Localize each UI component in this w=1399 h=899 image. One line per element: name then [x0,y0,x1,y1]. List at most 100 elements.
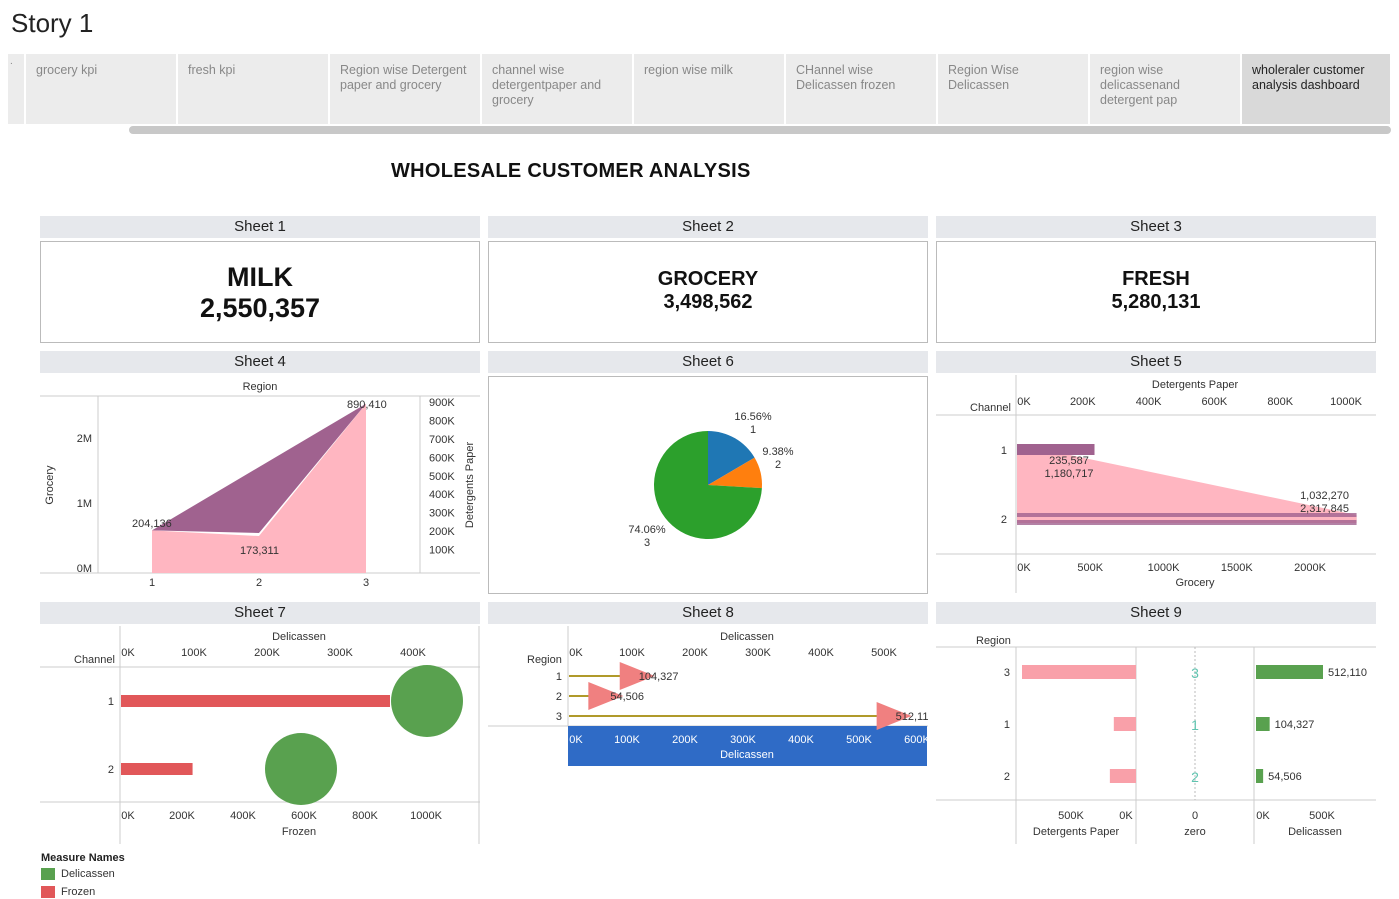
right-tick: 500K [1309,810,1335,822]
pie-category-label: 3 [644,537,650,549]
chart-title: Region [243,381,278,393]
row-label: 2 [1001,514,1007,526]
top-tick: 600K [1202,396,1228,408]
row-title: Channel [970,402,1011,414]
bottom-tick: 800K [352,810,378,822]
legend-swatch [41,868,55,880]
top-tick: 1000K [1330,396,1362,408]
top-tick: 0K [1017,396,1031,408]
y2-tick: 300K [429,508,455,520]
sheet8-chart: Delicassen Region 0K 100K 200K 300K 400K 500K 0K… [488,626,928,766]
top-axis-title: Detergents Paper [1152,379,1239,391]
row-label: 2 [1004,771,1010,783]
sheet6-header: Sheet 6 [488,351,928,373]
sheet5-chart: Detergents Paper Channel 0K 200K 400K 600K 800… [936,375,1376,593]
y-axis-label: Grocery [44,465,56,505]
data-label: 104,327 [639,671,679,683]
row-label: 2 [556,691,562,703]
bottom-tick: 100K [614,734,640,746]
top-tick: 400K [1136,396,1162,408]
row-label: 1 [108,696,114,708]
pie-percent-label: 9.38% [762,446,793,458]
legend-item-frozen[interactable]: Frozen [41,886,125,898]
mid-axis-title: zero [1184,826,1205,838]
top-tick: 0K [569,647,583,659]
bottom-tick: 600K [904,734,928,746]
sheet7-header: Sheet 7 [40,602,480,624]
y2-tick: 600K [429,452,455,464]
bottom-tick: 600K [291,810,317,822]
delicassen-bar [1256,717,1270,731]
story-tab[interactable]: grocery kpi [26,54,178,124]
story-tabs: . grocery kpi fresh kpi Region wise Deterge… [8,54,1392,124]
data-label: 1,032,270 [1300,490,1349,502]
row-label: 1 [1001,445,1007,457]
y2-tick: 200K [429,526,455,538]
legend-swatch [41,886,55,898]
y2-tick: 500K [429,471,455,483]
bottom-tick: 2000K [1294,562,1326,574]
pie-category-label: 2 [775,459,781,471]
top-axis-title: Delicassen [272,631,326,643]
top-tick: 200K [682,647,708,659]
bottom-tick: 0K [121,810,135,822]
detergents-bar [1017,444,1095,455]
story-tab[interactable]: fresh kpi [178,54,330,124]
story-tab[interactable]: wholeraler customer analysis dashboard [1242,54,1392,124]
row-label: 1 [1004,719,1010,731]
story-tab[interactable]: Region Wise Delicassen [938,54,1090,124]
tabs-scrollbar[interactable] [129,126,1391,134]
measure-legend: Measure Names Delicassen Frozen [41,852,125,898]
top-tick: 100K [181,647,207,659]
milk-value: 2,550,357 [199,293,321,323]
fresh-label: FRESH [1122,268,1190,290]
story-tab[interactable]: Region wise Detergent paper and grocery [330,54,482,124]
bottom-tick: 300K [730,734,756,746]
sheet7-chart: Delicassen Channel 0K 100K 200K 300K 400K 0K 200… [40,626,480,844]
y-tick: 1M [77,498,92,510]
top-tick: 300K [745,647,771,659]
legend-label: Frozen [61,886,96,898]
sheet4-header: Sheet 4 [40,351,480,373]
right-axis-title: Delicassen [1288,826,1342,838]
legend-label: Delicassen [61,868,115,880]
y2-tick: 400K [429,489,455,501]
zero-mark: 2 [1191,769,1199,785]
x-tick: 1 [149,577,155,589]
sheet5-header: Sheet 5 [936,351,1376,373]
milk-label: MILK [227,262,293,292]
bottom-axis-title: Grocery [1175,577,1215,589]
pie-percent-label: 16.56% [734,411,772,423]
bottom-tick: 500K [846,734,872,746]
grocery-bar [1017,517,1357,520]
sheet1-kpi: MILK 2,550,357 [40,241,480,343]
top-tick: 400K [400,647,426,659]
data-label: 235,587 [1049,455,1089,467]
right-tick: 0K [1256,810,1270,822]
bottom-tick: 400K [230,810,256,822]
story-tab[interactable]: CHannel wise Delicassen frozen [786,54,938,124]
story-tab[interactable]: region wise delicassenand detergent pap [1090,54,1242,124]
bottom-tick: 200K [169,810,195,822]
legend-item-delicassen[interactable]: Delicassen [41,868,125,880]
delicassen-circle [391,665,463,737]
delicassen-bar [1256,769,1264,783]
y-tick: 0M [77,563,92,575]
pie-percent-label: 74.06% [628,524,666,536]
bottom-tick: 500K [1077,562,1103,574]
data-label: 173,311 [240,545,279,557]
top-tick: 100K [619,647,645,659]
story-tab[interactable]: region wise milk [634,54,786,124]
row-title: Region [527,654,562,666]
story-tab[interactable]: . [8,54,26,124]
data-label: 2,317,845 [1300,503,1349,515]
story-tab[interactable]: channel wise detergentpaper and grocery [482,54,634,124]
sheet8-header: Sheet 8 [488,602,928,624]
pie-category-label: 1 [750,424,756,436]
sheet6-chart: 16.56%1 9.38%2 74.06%3 [488,376,928,594]
top-tick: 0K [121,647,135,659]
legend-title: Measure Names [41,852,125,864]
zero-mark: 1 [1191,717,1199,733]
sheet2-header: Sheet 2 [488,216,928,238]
data-label: 1,180,717 [1045,468,1094,480]
